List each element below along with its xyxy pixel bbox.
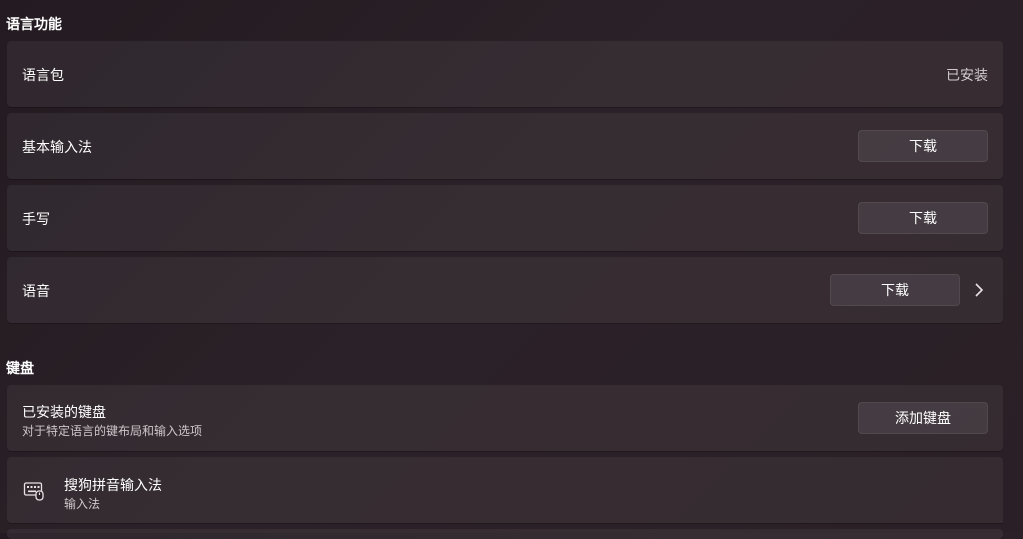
language-pack-row: 语言包 已安装 [7, 41, 1003, 107]
keyboard-item-name: 搜狗拼音输入法 [64, 478, 162, 494]
section-title-keyboard: 键盘 [6, 361, 34, 377]
section-title-language-features: 语言功能 [6, 17, 62, 33]
basic-typing-download-button[interactable]: 下载 [858, 130, 988, 162]
handwriting-download-button[interactable]: 下载 [858, 202, 988, 234]
speech-download-button[interactable]: 下载 [830, 274, 960, 306]
keyboard-list-item[interactable]: 搜狗拼音输入法 输入法 [7, 457, 1003, 523]
handwriting-row: 手写 下载 [7, 185, 1003, 251]
keyboard-icon [23, 480, 45, 502]
keyboard-item-type: 输入法 [64, 497, 101, 511]
speech-label: 语音 [22, 284, 50, 300]
basic-typing-label: 基本输入法 [22, 140, 92, 156]
speech-row[interactable]: 语音 下载 [7, 257, 1003, 323]
chevron-right-icon[interactable] [971, 282, 987, 298]
language-pack-status: 已安装 [946, 68, 988, 84]
installed-keyboards-row: 已安装的键盘 对于特定语言的键布局和输入选项 添加键盘 [7, 385, 1003, 451]
installed-keyboards-label: 已安装的键盘 [22, 405, 106, 421]
add-keyboard-button[interactable]: 添加键盘 [858, 402, 988, 434]
handwriting-label: 手写 [22, 212, 50, 228]
language-pack-label: 语言包 [22, 68, 64, 84]
installed-keyboards-description: 对于特定语言的键布局和输入选项 [22, 424, 203, 438]
basic-typing-row: 基本输入法 下载 [7, 113, 1003, 179]
keyboard-list-item-partial [7, 529, 1003, 539]
